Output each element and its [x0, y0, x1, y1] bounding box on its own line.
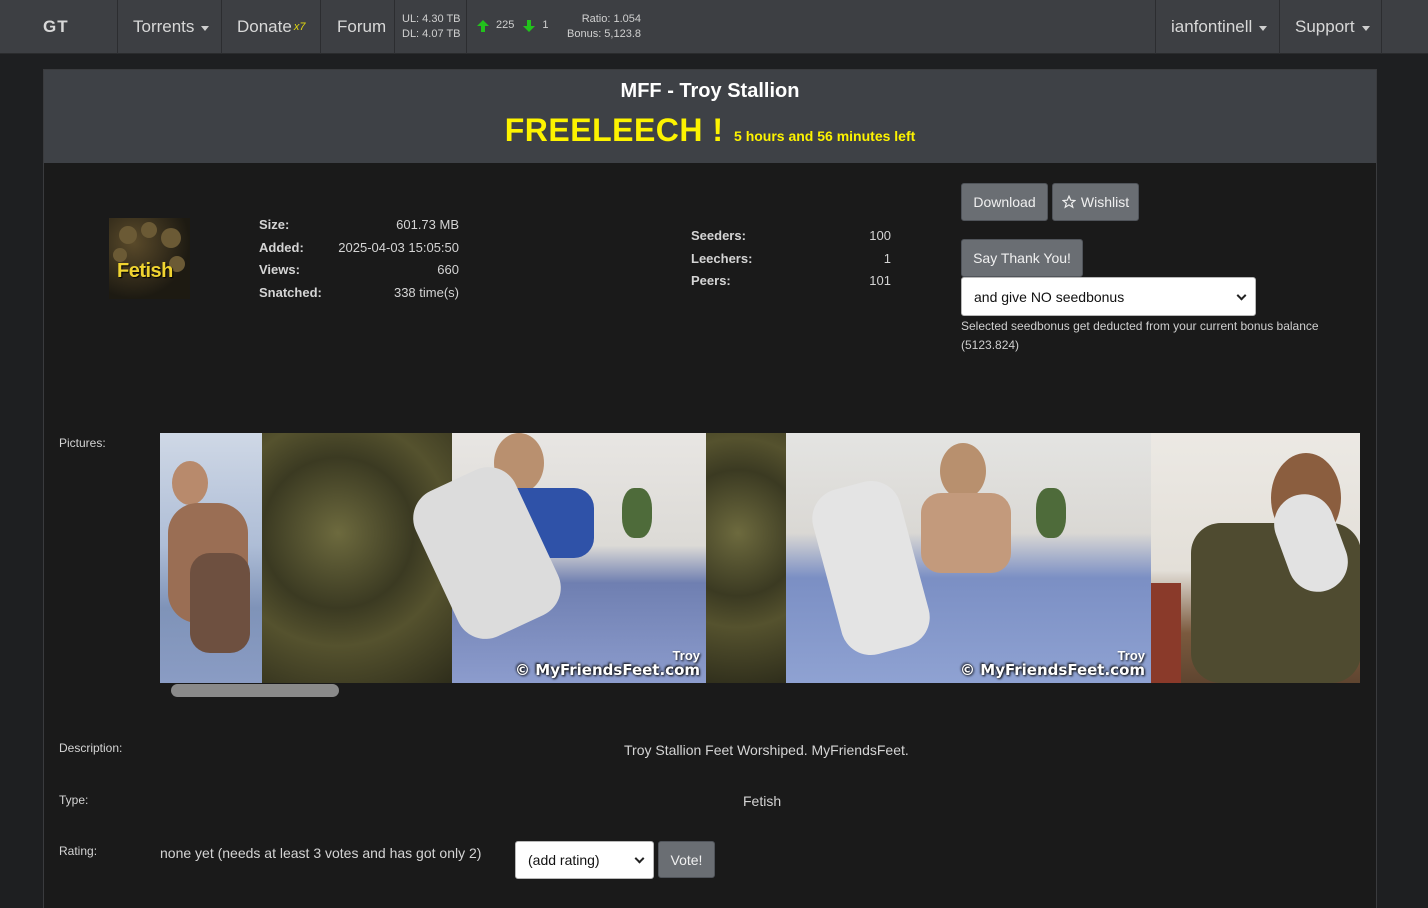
nav-divider	[394, 0, 395, 54]
snatched-value: 338 time(s)	[393, 285, 459, 300]
download-button[interactable]: Download	[961, 183, 1048, 221]
rating-select-value: (add rating)	[528, 852, 600, 868]
rating-select[interactable]: (add rating)	[515, 841, 654, 879]
donate-label: Donate	[237, 17, 292, 36]
nav-divider	[1381, 0, 1382, 54]
chevron-down-icon	[634, 853, 645, 864]
description-label: Description:	[59, 741, 123, 755]
category-cover-image: Fetish	[109, 218, 190, 299]
pictures-label: Pictures:	[59, 436, 106, 450]
donate-multiplier: x7	[293, 21, 306, 33]
say-thanks-button[interactable]: Say Thank You!	[961, 239, 1083, 277]
seedbonus-select[interactable]: and give NO seedbonus	[961, 277, 1256, 316]
torrents-label: Torrents	[133, 17, 195, 36]
arrow-down-icon	[523, 19, 536, 32]
rating-label: Rating:	[59, 844, 98, 858]
added-label: Added:	[259, 240, 304, 255]
watermark-site: © MyFriendsFeet.com	[515, 661, 700, 679]
rating-text: none yet (needs at least 3 votes and has…	[160, 845, 482, 861]
seeders-value[interactable]: 100	[804, 228, 891, 243]
bonus-value[interactable]: Bonus: 5,123.8	[567, 27, 641, 42]
size-label: Size:	[259, 217, 290, 232]
snatched-label: Snatched:	[259, 285, 322, 300]
screenshot-1[interactable]	[160, 433, 262, 683]
description-text: Troy Stallion Feet Worshiped. MyFriendsF…	[624, 742, 909, 758]
top-navbar: GT Torrents Donate x7 Forum UL: 4.30 TB …	[0, 0, 1428, 54]
freeleech-time-left: 5 hours and 56 minutes left	[734, 128, 916, 144]
arrow-up-icon	[477, 19, 489, 32]
nav-divider	[1155, 0, 1156, 54]
watermark-site: © MyFriendsFeet.com	[960, 661, 1145, 679]
nav-divider	[221, 0, 222, 54]
upload-total: UL: 4.30 TB	[402, 13, 461, 25]
seeders-label: Seeders:	[691, 228, 746, 243]
screenshot-gallery[interactable]: Troy © MyFriendsFeet.com Troy © MyFriend…	[160, 433, 1360, 683]
wishlist-button[interactable]: Wishlist	[1052, 183, 1139, 221]
type-value: Fetish	[743, 793, 782, 809]
peers-value[interactable]: 101	[804, 273, 891, 288]
screenshot-2[interactable]: Troy © MyFriendsFeet.com	[262, 433, 706, 683]
nav-divider	[466, 0, 467, 54]
download-total: DL: 4.07 TB	[402, 28, 461, 40]
nav-divider	[1279, 0, 1280, 54]
chevron-down-icon	[1259, 25, 1268, 31]
screenshot-3[interactable]: Troy © MyFriendsFeet.com	[706, 433, 1151, 683]
cover-label: Fetish	[117, 260, 173, 282]
views-value: 660	[437, 262, 459, 277]
peers-label: Peers:	[691, 273, 731, 288]
type-label: Type:	[59, 793, 89, 807]
seedbonus-selected: and give NO seedbonus	[974, 288, 1125, 305]
star-icon	[1061, 195, 1076, 209]
ratio-value: Ratio: 1.054	[581, 13, 642, 25]
views-label: Views:	[259, 262, 300, 277]
chevron-down-icon	[1236, 290, 1247, 301]
transfer-stats: UL: 4.30 TB DL: 4.07 TB	[402, 12, 461, 42]
torrents-menu[interactable]: Torrents	[133, 0, 210, 54]
donate-link[interactable]: Donate x7	[237, 0, 305, 54]
wishlist-label: Wishlist	[1080, 194, 1130, 210]
ratio-bonus: Ratio: 1.054 Bonus: 5,123.8	[567, 12, 641, 42]
support-label: Support	[1295, 17, 1355, 36]
leeching-count: 1	[542, 19, 549, 31]
chevron-down-icon	[201, 25, 210, 31]
screenshot-4[interactable]	[1151, 433, 1360, 683]
torrent-panel: MFF - Troy Stallion FREELEECH ! 5 hours …	[43, 69, 1377, 908]
nav-divider	[320, 0, 321, 54]
username: ianfontinell	[1171, 17, 1253, 36]
size-value: 601.73 MB	[396, 217, 459, 232]
seeding-count: 225	[496, 19, 515, 31]
freeleech-banner: FREELEECH ! 5 hours and 56 minutes left	[44, 112, 1376, 149]
gallery-scrollbar[interactable]	[171, 684, 339, 697]
seedbonus-note: Selected seedbonus get deducted from you…	[961, 319, 1319, 352]
freeleech-label: FREELEECH !	[504, 112, 724, 148]
torrent-header: MFF - Troy Stallion FREELEECH ! 5 hours …	[44, 70, 1376, 163]
forum-link[interactable]: Forum	[337, 0, 386, 54]
support-menu[interactable]: Support	[1295, 0, 1370, 54]
leechers-label: Leechers:	[691, 251, 753, 266]
torrent-title: MFF - Troy Stallion	[620, 80, 800, 102]
chevron-down-icon	[1361, 25, 1370, 31]
vote-button[interactable]: Vote!	[658, 841, 715, 878]
leechers-value[interactable]: 1	[804, 251, 891, 266]
peer-counts[interactable]: 225 1	[476, 18, 548, 33]
nav-divider	[117, 0, 118, 54]
user-menu[interactable]: ianfontinell	[1171, 0, 1268, 54]
site-logo[interactable]: GT	[43, 0, 69, 54]
added-value: 2025-04-03 15:05:50	[338, 240, 459, 255]
forum-label: Forum	[337, 17, 387, 36]
